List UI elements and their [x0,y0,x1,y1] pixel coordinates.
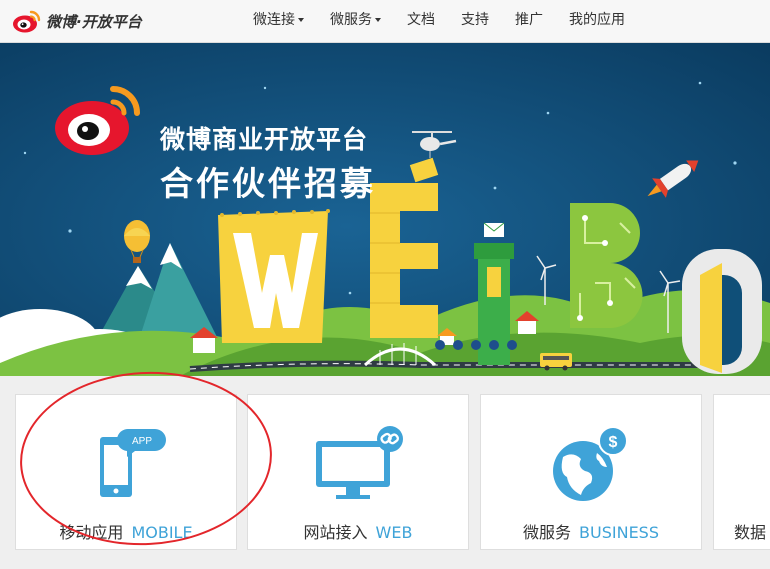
card-label: 移动应用 MOBILE [16,519,236,543]
card-label-cn: 移动应用 [59,523,124,542]
card-label: 微服务 BUSINESS [481,519,701,543]
chevron-down-icon [298,18,304,22]
nav-label: 微服务 [330,12,372,28]
door-icon [682,249,762,374]
nav-item-support[interactable]: 支持 [448,0,502,42]
hero-banner[interactable]: 微博商业开放平台 合作伙伴招募 [0,43,770,376]
chevron-down-icon [375,18,381,22]
card-label-en: WEB [375,523,413,542]
monitor-link-icon [316,426,403,499]
main-nav: 微连接 微服务 文档 支持 推广 我的应用 [240,0,638,42]
card-data[interactable]: 数据 [713,394,770,550]
nav-label: 微连接 [253,12,295,28]
mobile-app-icon: APP [100,428,166,497]
card-label-en: MOBILE [131,523,193,542]
card-mobile-app[interactable]: APP 移动应用 MOBILE [15,394,237,550]
nav-item-weilianjie[interactable]: 微连接 [240,0,317,42]
card-label-cn: 微服务 [523,523,572,542]
letter-w-building [218,209,330,343]
card-label: 网站接入 WEB [248,519,468,543]
card-label-en: BUSINESS [579,523,659,542]
category-cards: APP 移动应用 MOBILE 网站接入 WEB $ 微服务 BUSINESS 数据 [0,376,770,569]
globe-dollar-icon: $ [553,426,628,501]
banner-illustration [0,43,770,376]
banner-title-line2: 合作伙伴招募 [160,164,376,203]
card-label: 数据 [734,519,770,543]
svg-text:$: $ [609,434,618,451]
letter-e-building [370,183,438,338]
card-label-cn: 网站接入 [303,523,368,542]
logo-text: 微博·开放平台 [46,12,142,31]
nav-item-my-apps[interactable]: 我的应用 [556,0,638,42]
nav-item-docs[interactable]: 文档 [394,0,448,42]
banner-title-line1: 微博商业开放平台 [160,125,369,154]
top-navigation-bar: 微博·开放平台 微连接 微服务 文档 支持 推广 我的应用 [0,0,770,43]
weibo-logo-icon [13,10,41,33]
card-business[interactable]: $ 微服务 BUSINESS [480,394,702,550]
weibo-open-platform-logo[interactable]: 微博·开放平台 [12,6,142,36]
nav-item-promotion[interactable]: 推广 [502,0,556,42]
app-badge-text: APP [132,436,152,447]
card-website[interactable]: 网站接入 WEB [247,394,469,550]
card-label-cn: 数据 [734,523,767,542]
nav-item-weifuwu[interactable]: 微服务 [317,0,394,42]
